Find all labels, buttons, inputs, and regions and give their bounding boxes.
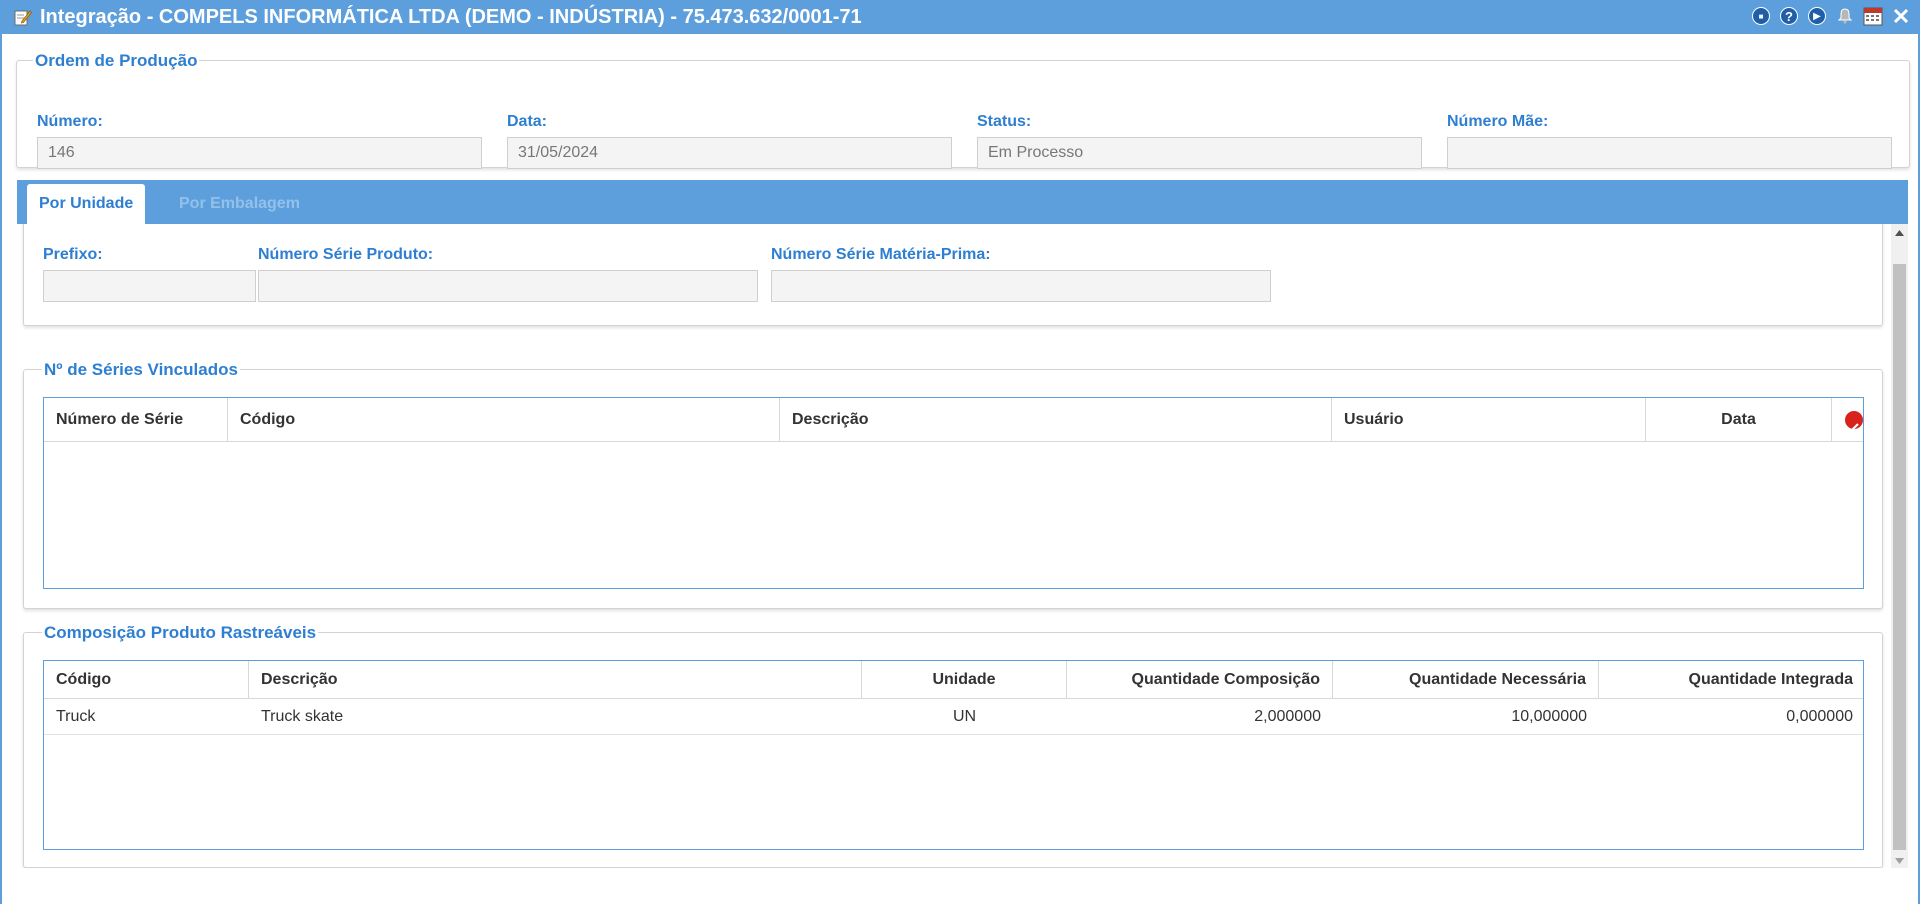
numero-label: Número: (37, 113, 103, 130)
cell-quantidade-composicao: 2,000000 (1254, 708, 1321, 725)
help-icon[interactable]: ? (1778, 5, 1800, 27)
close-icon[interactable] (1890, 5, 1912, 27)
col-quantidade-necessaria[interactable]: Quantidade Necessária (1333, 661, 1599, 699)
series-vinculados-legend: Nº de Séries Vinculados (42, 360, 240, 380)
series-vinculados-grid: Número de Série Código Descrição Usuário… (43, 397, 1864, 589)
ordem-producao-panel: Ordem de Produção Número: 146 Data: 31/0… (16, 51, 1910, 169)
status-label: Status: (977, 113, 1032, 130)
calendar-icon[interactable] (1862, 5, 1884, 27)
composicao-grid-header: Código Descrição Unidade Quantidade Comp… (44, 661, 1863, 699)
serie-materia-label: Número Série Matéria-Prima: (771, 246, 991, 263)
data-field[interactable]: 31/05/2024 (507, 137, 952, 169)
window-body: Ordem de Produção Número: 146 Data: 31/0… (0, 34, 1920, 904)
prefixo-label: Prefixo: (43, 246, 103, 263)
serie-form-panel: Prefixo: Número Série Produto: Número Sé… (23, 224, 1883, 326)
data-label: Data: (507, 113, 548, 130)
col-codigo[interactable]: Código (228, 398, 780, 442)
ordem-producao-legend: Ordem de Produção (33, 51, 200, 71)
table-row[interactable]: Truck Truck skate UN 2,000000 10,000000 … (44, 699, 1863, 735)
scroll-down-icon[interactable] (1891, 852, 1908, 868)
window-title: Integração - COMPELS INFORMÁTICA LTDA (D… (40, 5, 862, 28)
col-unidade[interactable]: Unidade (862, 661, 1067, 699)
record-icon[interactable]: ■ (1750, 5, 1772, 27)
col-quantidade-composicao[interactable]: Quantidade Composição (1067, 661, 1333, 699)
tab-por-unidade[interactable]: Por Unidade (27, 184, 146, 224)
col-data[interactable]: Data (1646, 398, 1832, 442)
tab-por-embalagem[interactable]: Por Embalagem (167, 184, 312, 224)
series-vinculados-panel: Nº de Séries Vinculados Número de Série … (23, 360, 1883, 609)
numero-mae-label: Número Mãe: (1447, 113, 1549, 130)
scroll-up-icon[interactable] (1891, 224, 1908, 241)
composicao-panel: Composição Produto Rastreáveis Código De… (23, 623, 1883, 868)
window-titlebar: Integração - COMPELS INFORMÁTICA LTDA (D… (0, 0, 1920, 34)
tab-content-por-unidade: Prefixo: Número Série Produto: Número Sé… (17, 224, 1908, 868)
col-descricao[interactable]: Descrição (249, 661, 862, 699)
scrollbar-thumb[interactable] (1893, 264, 1906, 850)
cell-unidade: UN (952, 708, 977, 725)
vertical-scrollbar[interactable] (1891, 224, 1908, 868)
serie-produto-label: Número Série Produto: (258, 246, 434, 263)
numero-mae-field[interactable] (1447, 137, 1892, 169)
series-grid-header: Número de Série Código Descrição Usuário… (44, 398, 1863, 442)
cell-codigo: Truck (56, 708, 96, 725)
bell-icon[interactable] (1834, 5, 1856, 27)
composicao-grid: Código Descrição Unidade Quantidade Comp… (43, 660, 1864, 850)
col-usuario[interactable]: Usuário (1332, 398, 1646, 442)
col-descricao[interactable]: Descrição (780, 398, 1332, 442)
tab-bar: Por Unidade Por Embalagem (17, 180, 1908, 224)
cell-quantidade-integrada: 0,000000 (1786, 708, 1853, 725)
col-numero-serie[interactable]: Número de Série (44, 398, 228, 442)
cell-descricao: Truck skate (261, 708, 344, 725)
prefixo-field[interactable] (43, 270, 256, 302)
serie-produto-field[interactable] (258, 270, 758, 302)
cell-quantidade-necessaria: 10,000000 (1511, 708, 1587, 725)
status-field[interactable]: Em Processo (977, 137, 1422, 169)
composicao-legend: Composição Produto Rastreáveis (42, 623, 319, 643)
col-quantidade-integrada[interactable]: Quantidade Integrada (1599, 661, 1865, 699)
play-icon[interactable]: ▶ (1806, 5, 1828, 27)
clear-icon[interactable] (1845, 411, 1863, 433)
serie-materia-field[interactable] (771, 270, 1271, 302)
numero-field[interactable]: 146 (37, 137, 482, 169)
col-codigo[interactable]: Código (44, 661, 249, 699)
clear-column (1832, 398, 1865, 442)
edit-icon (14, 8, 32, 26)
